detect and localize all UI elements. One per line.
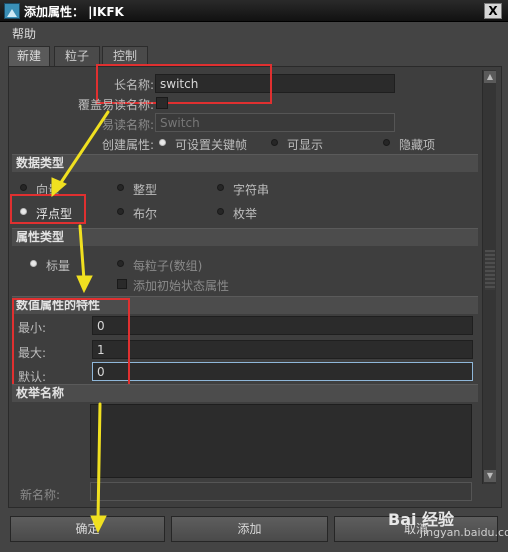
annotation-arrows	[51, 110, 110, 534]
arrow-3	[96, 402, 102, 522]
arrow-2	[78, 224, 86, 282]
arrow-2-head	[76, 275, 93, 294]
arrow-3-head	[90, 515, 107, 534]
arrow-1	[58, 110, 110, 186]
watermark-url: jingyan.baidu.com	[420, 526, 508, 539]
